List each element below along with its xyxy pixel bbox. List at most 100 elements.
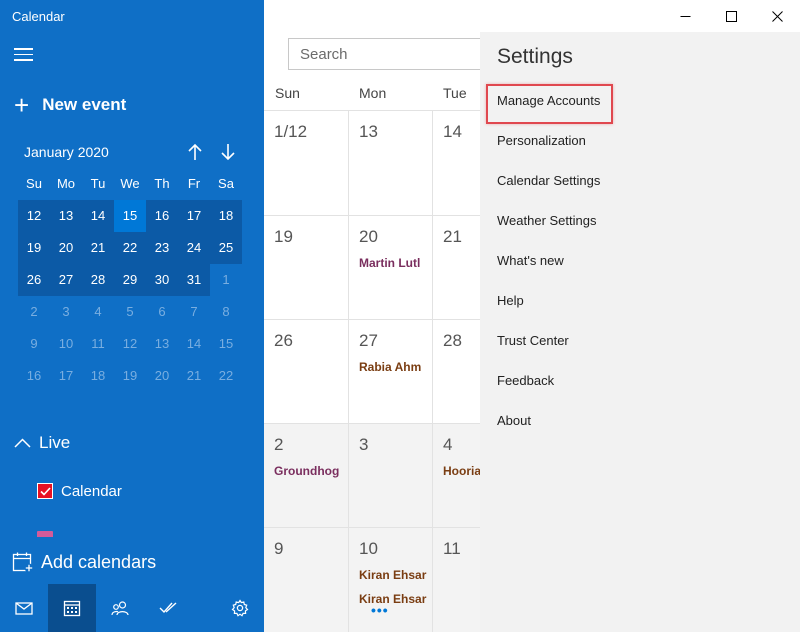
mini-calendar-day[interactable]: 20 bbox=[146, 360, 178, 392]
mini-calendar-day[interactable]: 1 bbox=[210, 264, 242, 296]
next-month-arrow-icon[interactable] bbox=[217, 139, 239, 165]
settings-item-feedback[interactable]: Feedback bbox=[497, 373, 554, 388]
day-number: 13 bbox=[359, 122, 378, 141]
settings-item-trust-center[interactable]: Trust Center bbox=[497, 333, 569, 348]
minimize-icon[interactable] bbox=[662, 0, 708, 32]
mini-calendar-day[interactable]: 28 bbox=[82, 264, 114, 296]
mini-calendar-day[interactable]: 22 bbox=[210, 360, 242, 392]
mini-calendar-week: 12 13 14 15 16 17 18 bbox=[18, 200, 244, 232]
mini-calendar-day[interactable]: 13 bbox=[146, 328, 178, 360]
calendar-event[interactable]: Kiran Ehsar bbox=[359, 592, 426, 606]
day-cell[interactable]: 1/12 bbox=[264, 111, 348, 215]
people-icon[interactable] bbox=[96, 584, 144, 632]
calendar-item[interactable]: Calendar bbox=[37, 481, 122, 501]
calendar-event[interactable]: Martin Lutl bbox=[359, 256, 420, 270]
mini-calendar-day[interactable]: 18 bbox=[82, 360, 114, 392]
day-cell[interactable]: 14 bbox=[432, 111, 480, 215]
mini-calendar-day[interactable]: 21 bbox=[178, 360, 210, 392]
live-account-header[interactable]: Live bbox=[14, 432, 70, 454]
mini-calendar-day[interactable]: 16 bbox=[18, 360, 50, 392]
mini-calendar-day[interactable]: 14 bbox=[82, 200, 114, 232]
search-input[interactable] bbox=[288, 38, 508, 70]
mini-calendar-day[interactable]: 12 bbox=[18, 200, 50, 232]
mini-calendar-day[interactable]: 16 bbox=[146, 200, 178, 232]
mini-calendar-day[interactable]: 30 bbox=[146, 264, 178, 296]
mini-calendar-day[interactable]: 17 bbox=[178, 200, 210, 232]
mini-calendar-day[interactable]: 13 bbox=[50, 200, 82, 232]
mini-calendar-day[interactable]: 6 bbox=[146, 296, 178, 328]
day-cell[interactable]: 2 Groundhog bbox=[264, 424, 348, 527]
mini-calendar-day[interactable]: 23 bbox=[146, 232, 178, 264]
mini-calendar-day[interactable]: 17 bbox=[50, 360, 82, 392]
mini-calendar-day[interactable]: 25 bbox=[210, 232, 242, 264]
mini-calendar-day[interactable]: 11 bbox=[82, 328, 114, 360]
day-cell[interactable]: 21 bbox=[432, 216, 480, 319]
mini-calendar-day[interactable]: 20 bbox=[50, 232, 82, 264]
month-label[interactable]: January 2020 bbox=[24, 144, 109, 160]
mini-calendar-day[interactable]: 15 bbox=[210, 328, 242, 360]
day-cell[interactable]: 20 Martin Lutl bbox=[348, 216, 432, 319]
mini-calendar-day[interactable]: 8 bbox=[210, 296, 242, 328]
settings-item-personalization[interactable]: Personalization bbox=[497, 133, 586, 148]
day-number: 28 bbox=[443, 331, 462, 350]
maximize-icon[interactable] bbox=[708, 0, 754, 32]
new-event-button[interactable]: + New event bbox=[14, 92, 126, 118]
more-events-icon[interactable]: ••• bbox=[371, 602, 389, 618]
day-cell[interactable]: 4 Hooria bbox=[432, 424, 480, 527]
settings-item-manage-accounts[interactable]: Manage Accounts bbox=[497, 93, 600, 108]
calendar-event[interactable]: Rabia Ahm bbox=[359, 360, 421, 374]
mini-calendar-day[interactable]: 19 bbox=[18, 232, 50, 264]
mini-calendar-day[interactable]: 26 bbox=[18, 264, 50, 296]
hamburger-menu-icon[interactable] bbox=[14, 48, 33, 61]
mini-calendar-day[interactable]: 19 bbox=[114, 360, 146, 392]
settings-title: Settings bbox=[497, 45, 573, 68]
mini-calendar-day[interactable]: 9 bbox=[18, 328, 50, 360]
previous-month-arrow-icon[interactable] bbox=[184, 139, 206, 165]
day-cell[interactable]: 26 bbox=[264, 320, 348, 423]
mini-calendar-day[interactable]: 4 bbox=[82, 296, 114, 328]
settings-icon[interactable] bbox=[216, 584, 264, 632]
mini-calendar-today[interactable]: 15 bbox=[114, 200, 146, 232]
close-icon[interactable] bbox=[754, 0, 800, 32]
mini-calendar-day[interactable]: 7 bbox=[178, 296, 210, 328]
settings-item-weather-settings[interactable]: Weather Settings bbox=[497, 213, 596, 228]
mini-calendar-day[interactable]: 12 bbox=[114, 328, 146, 360]
settings-item-help[interactable]: Help bbox=[497, 293, 524, 308]
mini-calendar-day[interactable]: 27 bbox=[50, 264, 82, 296]
day-cell[interactable]: 11 bbox=[432, 528, 480, 632]
day-cell[interactable]: 27 Rabia Ahm bbox=[348, 320, 432, 423]
settings-item-about[interactable]: About bbox=[497, 413, 531, 428]
mini-calendar-week: 16 17 18 19 20 21 22 bbox=[18, 360, 244, 392]
day-cell[interactable]: 10 Kiran Ehsar Kiran Ehsar ••• bbox=[348, 528, 432, 632]
mini-calendar-day[interactable]: 31 bbox=[178, 264, 210, 296]
calendar-icon[interactable] bbox=[48, 584, 96, 632]
mail-icon[interactable] bbox=[0, 584, 48, 632]
mini-calendar-day[interactable]: 21 bbox=[82, 232, 114, 264]
day-cell[interactable]: 13 bbox=[348, 111, 432, 215]
mini-calendar-day[interactable]: 2 bbox=[18, 296, 50, 328]
mini-calendar-day[interactable]: 18 bbox=[210, 200, 242, 232]
calendar-event[interactable]: Hooria bbox=[443, 464, 480, 478]
day-cell[interactable]: 28 bbox=[432, 320, 480, 423]
todo-icon[interactable] bbox=[144, 584, 192, 632]
calendar-event[interactable]: Groundhog bbox=[274, 464, 339, 478]
mini-calendar-day[interactable]: 22 bbox=[114, 232, 146, 264]
live-account-label: Live bbox=[39, 433, 71, 452]
mini-calendar-day[interactable]: 24 bbox=[178, 232, 210, 264]
weekday-label: Mo bbox=[56, 176, 76, 191]
mini-calendar-day[interactable]: 3 bbox=[50, 296, 82, 328]
day-number: 19 bbox=[274, 227, 293, 246]
settings-item-whats-new[interactable]: What's new bbox=[497, 253, 564, 268]
day-cell[interactable]: 9 bbox=[264, 528, 348, 632]
calendar-event[interactable]: Kiran Ehsar bbox=[359, 568, 426, 582]
mini-calendar-day[interactable]: 29 bbox=[114, 264, 146, 296]
mini-calendar-day[interactable]: 10 bbox=[50, 328, 82, 360]
day-number: 20 bbox=[359, 227, 378, 246]
mini-calendar-day[interactable]: 14 bbox=[178, 328, 210, 360]
day-cell[interactable]: 3 bbox=[348, 424, 432, 527]
calendar-checkbox[interactable] bbox=[37, 483, 53, 499]
day-cell[interactable]: 19 bbox=[264, 216, 348, 319]
settings-item-calendar-settings[interactable]: Calendar Settings bbox=[497, 173, 600, 188]
add-calendars-button[interactable]: Add calendars bbox=[0, 540, 264, 584]
mini-calendar-day[interactable]: 5 bbox=[114, 296, 146, 328]
